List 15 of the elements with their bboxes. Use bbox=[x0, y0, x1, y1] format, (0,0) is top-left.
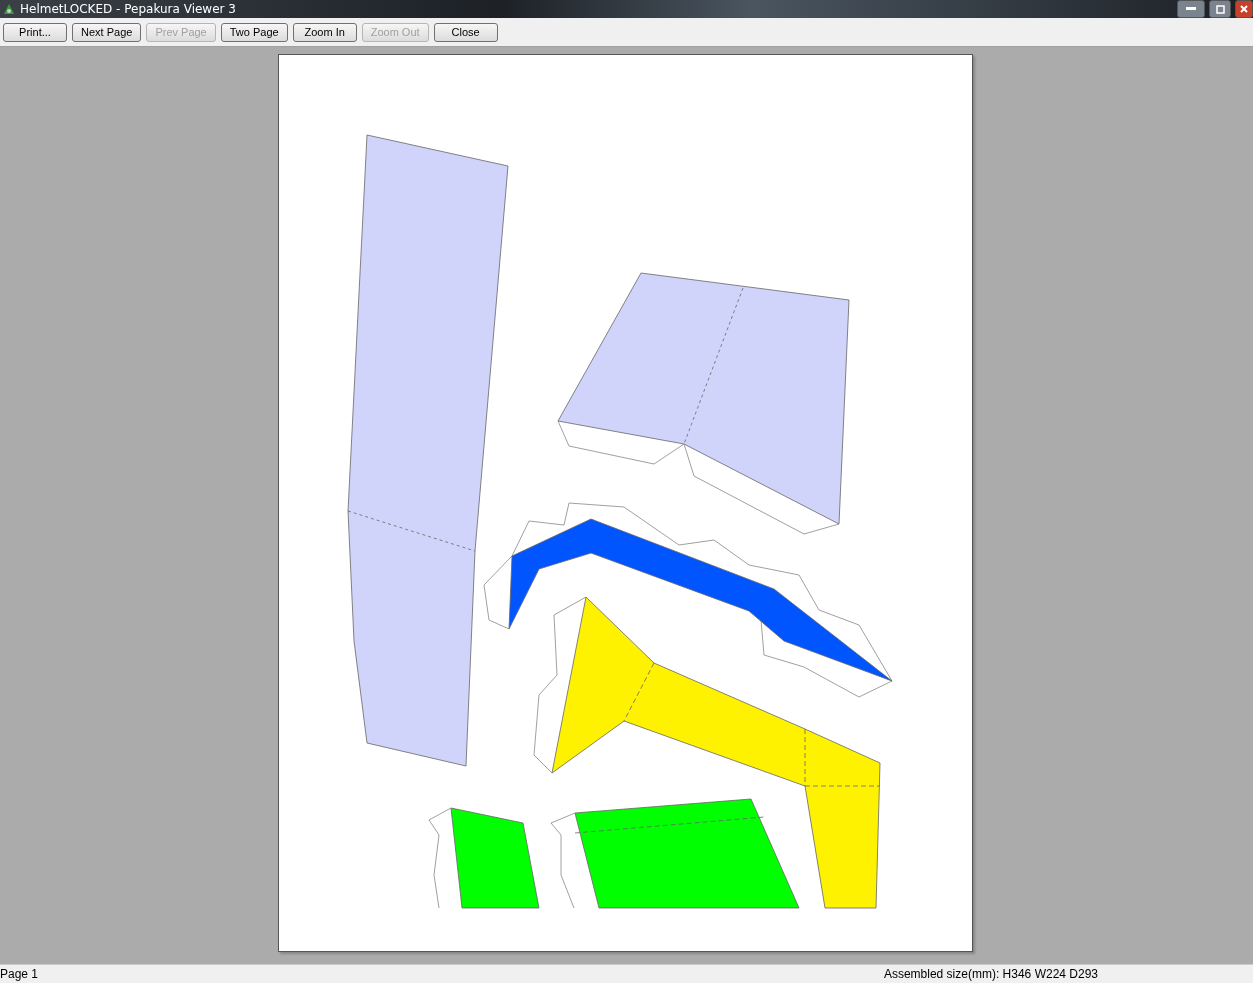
app-icon bbox=[2, 2, 16, 16]
close-icon bbox=[1240, 5, 1248, 13]
restore-icon bbox=[1215, 4, 1225, 14]
page-indicator: Page 1 bbox=[0, 967, 39, 981]
close-button[interactable] bbox=[1235, 0, 1253, 18]
toolbar-button[interactable]: Two Page bbox=[220, 22, 288, 42]
assembled-size: Assembled size(mm): H346 W224 D293 bbox=[883, 967, 1098, 981]
toolbar-button[interactable]: Zoom In bbox=[292, 22, 357, 42]
window-title: HelmetLOCKED - Pepakura Viewer 3 bbox=[20, 2, 237, 16]
toolbar-button[interactable]: Next Page bbox=[72, 22, 142, 42]
toolbar-button[interactable]: Close bbox=[433, 22, 498, 42]
maximize-button[interactable] bbox=[1209, 0, 1231, 18]
minimize-icon bbox=[1186, 7, 1196, 11]
toolbar-button[interactable]: Print... bbox=[3, 22, 67, 42]
minimize-button[interactable] bbox=[1177, 0, 1205, 18]
